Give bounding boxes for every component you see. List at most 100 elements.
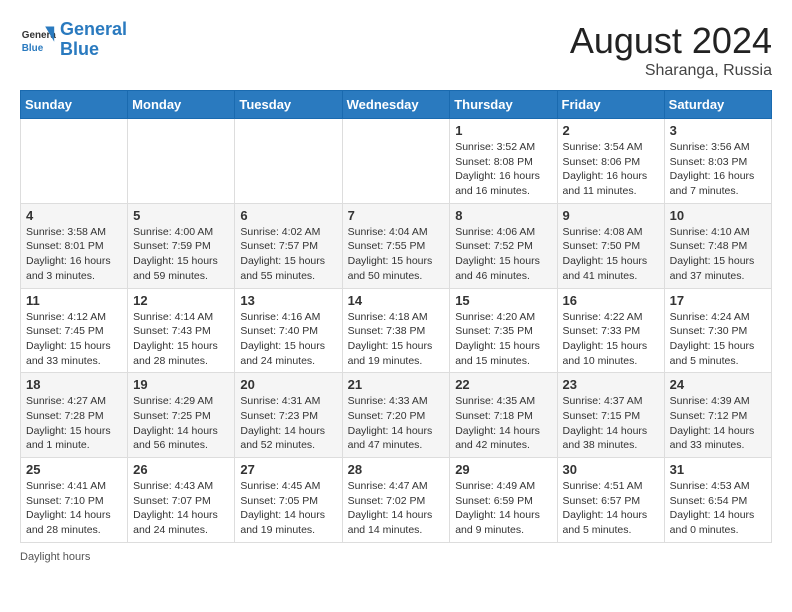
svg-text:Blue: Blue bbox=[22, 43, 44, 54]
day-info: Sunrise: 4:53 AM Sunset: 6:54 PM Dayligh… bbox=[670, 479, 766, 538]
day-info: Sunrise: 4:39 AM Sunset: 7:12 PM Dayligh… bbox=[670, 394, 766, 453]
calendar-cell: 4 Sunrise: 3:58 AM Sunset: 8:01 PM Daylig… bbox=[21, 203, 128, 288]
day-info: Sunrise: 4:14 AM Sunset: 7:43 PM Dayligh… bbox=[133, 310, 229, 369]
day-info: Sunrise: 4:24 AM Sunset: 7:30 PM Dayligh… bbox=[670, 310, 766, 369]
day-number: 18 bbox=[26, 377, 122, 392]
day-info: Sunrise: 4:29 AM Sunset: 7:25 PM Dayligh… bbox=[133, 394, 229, 453]
day-info: Sunrise: 4:37 AM Sunset: 7:15 PM Dayligh… bbox=[563, 394, 659, 453]
day-number: 16 bbox=[563, 293, 659, 308]
calendar-cell bbox=[21, 119, 128, 204]
calendar-header-row: SundayMondayTuesdayWednesdayThursdayFrid… bbox=[21, 91, 772, 119]
day-number: 11 bbox=[26, 293, 122, 308]
day-number: 3 bbox=[670, 123, 766, 138]
calendar-cell: 20 Sunrise: 4:31 AM Sunset: 7:23 PM Dayli… bbox=[235, 373, 342, 458]
day-number: 26 bbox=[133, 462, 229, 477]
daylight-label: Daylight hours bbox=[20, 551, 90, 563]
calendar-cell: 6 Sunrise: 4:02 AM Sunset: 7:57 PM Daylig… bbox=[235, 203, 342, 288]
day-number: 12 bbox=[133, 293, 229, 308]
calendar-cell: 12 Sunrise: 4:14 AM Sunset: 7:43 PM Dayli… bbox=[128, 288, 235, 373]
day-info: Sunrise: 4:43 AM Sunset: 7:07 PM Dayligh… bbox=[133, 479, 229, 538]
calendar-cell: 1Sunrise: 3:52 AM Sunset: 8:08 PM Daylig… bbox=[450, 119, 557, 204]
calendar-cell: 8Sunrise: 4:06 AM Sunset: 7:52 PM Daylig… bbox=[450, 203, 557, 288]
logo-text: GeneralBlue bbox=[60, 20, 127, 60]
col-header-friday: Friday bbox=[557, 91, 664, 119]
calendar-week-4: 18 Sunrise: 4:27 AM Sunset: 7:28 PM Dayli… bbox=[21, 373, 772, 458]
day-info: Sunrise: 3:52 AM Sunset: 8:08 PM Dayligh… bbox=[455, 140, 551, 199]
day-info: Sunrise: 3:58 AM Sunset: 8:01 PM Dayligh… bbox=[26, 225, 122, 284]
day-info: Sunrise: 3:54 AM Sunset: 8:06 PM Dayligh… bbox=[563, 140, 659, 199]
day-number: 6 bbox=[240, 208, 336, 223]
logo: General Blue GeneralBlue bbox=[20, 20, 127, 60]
day-info: Sunrise: 4:16 AM Sunset: 7:40 PM Dayligh… bbox=[240, 310, 336, 369]
calendar-cell: 13Sunrise: 4:16 AM Sunset: 7:40 PM Dayli… bbox=[235, 288, 342, 373]
day-number: 17 bbox=[670, 293, 766, 308]
calendar-cell: 26 Sunrise: 4:43 AM Sunset: 7:07 PM Dayli… bbox=[128, 458, 235, 543]
calendar-cell: 25Sunrise: 4:41 AM Sunset: 7:10 PM Dayli… bbox=[21, 458, 128, 543]
day-number: 31 bbox=[670, 462, 766, 477]
day-info: Sunrise: 4:10 AM Sunset: 7:48 PM Dayligh… bbox=[670, 225, 766, 284]
day-number: 22 bbox=[455, 377, 551, 392]
calendar-cell: 30Sunrise: 4:51 AM Sunset: 6:57 PM Dayli… bbox=[557, 458, 664, 543]
day-number: 27 bbox=[240, 462, 336, 477]
calendar-cell: 14 Sunrise: 4:18 AM Sunset: 7:38 PM Dayli… bbox=[342, 288, 450, 373]
title-block: August 2024 Sharanga, Russia bbox=[570, 20, 772, 80]
day-number: 20 bbox=[240, 377, 336, 392]
col-header-tuesday: Tuesday bbox=[235, 91, 342, 119]
calendar-cell bbox=[342, 119, 450, 204]
col-header-sunday: Sunday bbox=[21, 91, 128, 119]
day-info: Sunrise: 4:04 AM Sunset: 7:55 PM Dayligh… bbox=[348, 225, 445, 284]
calendar-cell: 18 Sunrise: 4:27 AM Sunset: 7:28 PM Dayli… bbox=[21, 373, 128, 458]
calendar-cell bbox=[235, 119, 342, 204]
day-number: 21 bbox=[348, 377, 445, 392]
calendar-cell: 5 Sunrise: 4:00 AM Sunset: 7:59 PM Daylig… bbox=[128, 203, 235, 288]
calendar-cell: 22 Sunrise: 4:35 AM Sunset: 7:18 PM Dayli… bbox=[450, 373, 557, 458]
day-info: Sunrise: 4:22 AM Sunset: 7:33 PM Dayligh… bbox=[563, 310, 659, 369]
day-info: Sunrise: 4:27 AM Sunset: 7:28 PM Dayligh… bbox=[26, 394, 122, 453]
calendar-cell: 11 Sunrise: 4:12 AM Sunset: 7:45 PM Dayli… bbox=[21, 288, 128, 373]
day-number: 5 bbox=[133, 208, 229, 223]
day-info: Sunrise: 4:49 AM Sunset: 6:59 PM Dayligh… bbox=[455, 479, 551, 538]
day-number: 24 bbox=[670, 377, 766, 392]
location: Sharanga, Russia bbox=[570, 62, 772, 80]
day-info: Sunrise: 4:18 AM Sunset: 7:38 PM Dayligh… bbox=[348, 310, 445, 369]
calendar-cell: 9 Sunrise: 4:08 AM Sunset: 7:50 PM Daylig… bbox=[557, 203, 664, 288]
day-number: 19 bbox=[133, 377, 229, 392]
day-info: Sunrise: 4:33 AM Sunset: 7:20 PM Dayligh… bbox=[348, 394, 445, 453]
day-number: 10 bbox=[670, 208, 766, 223]
day-number: 7 bbox=[348, 208, 445, 223]
col-header-wednesday: Wednesday bbox=[342, 91, 450, 119]
calendar-cell: 17 Sunrise: 4:24 AM Sunset: 7:30 PM Dayli… bbox=[664, 288, 771, 373]
calendar-cell: 31 Sunrise: 4:53 AM Sunset: 6:54 PM Dayli… bbox=[664, 458, 771, 543]
day-number: 29 bbox=[455, 462, 551, 477]
calendar-week-3: 11 Sunrise: 4:12 AM Sunset: 7:45 PM Dayli… bbox=[21, 288, 772, 373]
day-number: 28 bbox=[348, 462, 445, 477]
calendar-week-2: 4 Sunrise: 3:58 AM Sunset: 8:01 PM Daylig… bbox=[21, 203, 772, 288]
calendar-cell: 23Sunrise: 4:37 AM Sunset: 7:15 PM Dayli… bbox=[557, 373, 664, 458]
calendar-cell: 15 Sunrise: 4:20 AM Sunset: 7:35 PM Dayli… bbox=[450, 288, 557, 373]
day-info: Sunrise: 4:08 AM Sunset: 7:50 PM Dayligh… bbox=[563, 225, 659, 284]
day-info: Sunrise: 4:31 AM Sunset: 7:23 PM Dayligh… bbox=[240, 394, 336, 453]
month-title: August 2024 bbox=[570, 20, 772, 62]
day-info: Sunrise: 4:20 AM Sunset: 7:35 PM Dayligh… bbox=[455, 310, 551, 369]
day-number: 25 bbox=[26, 462, 122, 477]
day-info: Sunrise: 4:00 AM Sunset: 7:59 PM Dayligh… bbox=[133, 225, 229, 284]
day-number: 9 bbox=[563, 208, 659, 223]
footer: Daylight hours bbox=[20, 551, 772, 563]
day-number: 2 bbox=[563, 123, 659, 138]
logo-icon: General Blue bbox=[20, 22, 56, 58]
day-number: 4 bbox=[26, 208, 122, 223]
day-info: Sunrise: 4:12 AM Sunset: 7:45 PM Dayligh… bbox=[26, 310, 122, 369]
day-info: Sunrise: 4:02 AM Sunset: 7:57 PM Dayligh… bbox=[240, 225, 336, 284]
calendar-cell: 21 Sunrise: 4:33 AM Sunset: 7:20 PM Dayli… bbox=[342, 373, 450, 458]
day-number: 14 bbox=[348, 293, 445, 308]
calendar-week-1: 1Sunrise: 3:52 AM Sunset: 8:08 PM Daylig… bbox=[21, 119, 772, 204]
page-header: General Blue GeneralBlue August 2024 Sha… bbox=[20, 20, 772, 80]
day-info: Sunrise: 4:35 AM Sunset: 7:18 PM Dayligh… bbox=[455, 394, 551, 453]
col-header-thursday: Thursday bbox=[450, 91, 557, 119]
day-number: 15 bbox=[455, 293, 551, 308]
calendar-cell bbox=[128, 119, 235, 204]
day-info: Sunrise: 3:56 AM Sunset: 8:03 PM Dayligh… bbox=[670, 140, 766, 199]
calendar-cell: 3 Sunrise: 3:56 AM Sunset: 8:03 PM Daylig… bbox=[664, 119, 771, 204]
col-header-monday: Monday bbox=[128, 91, 235, 119]
calendar-cell: 7 Sunrise: 4:04 AM Sunset: 7:55 PM Daylig… bbox=[342, 203, 450, 288]
